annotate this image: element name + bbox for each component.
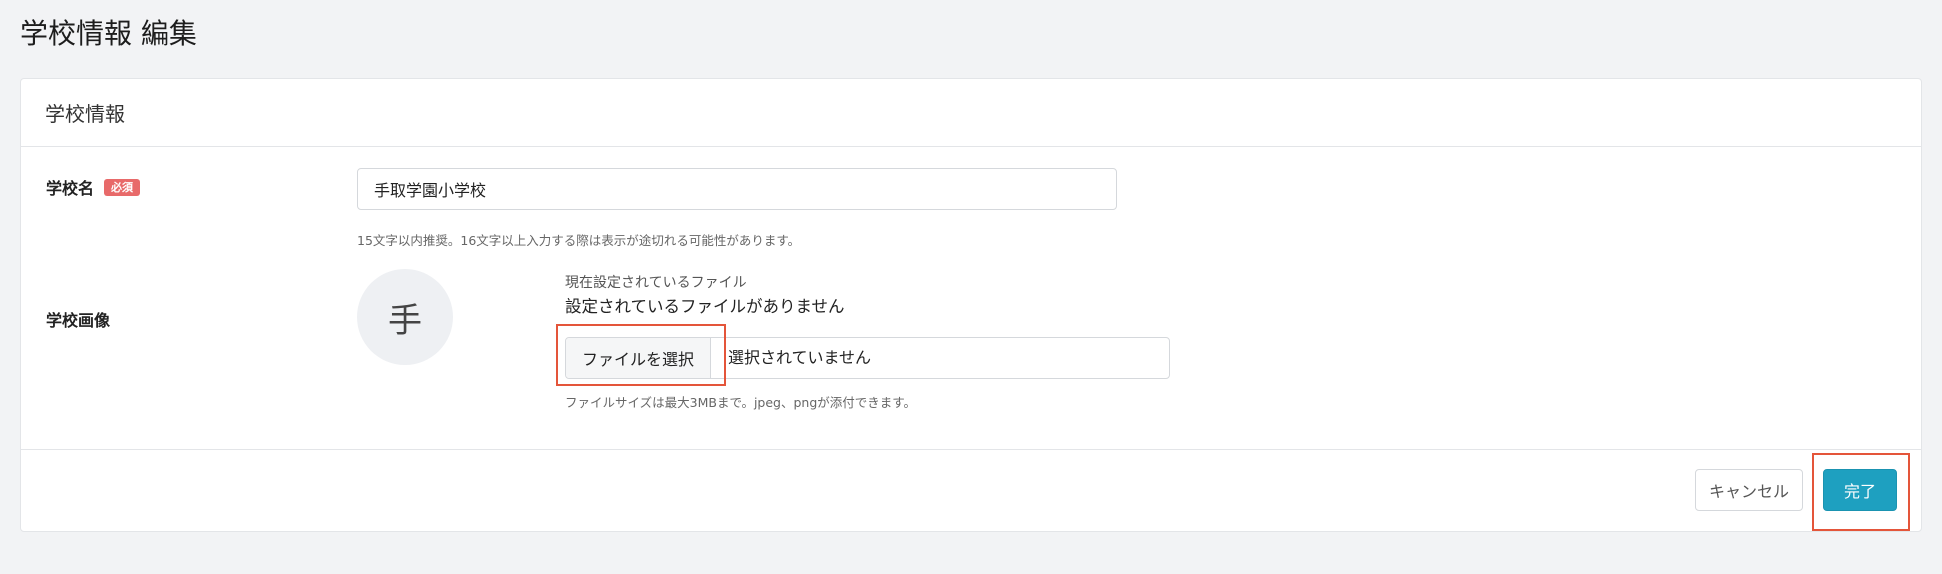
choose-file-button[interactable]: ファイルを選択 bbox=[566, 338, 712, 378]
school-name-label: 学校名 bbox=[46, 179, 95, 198]
card-header: 学校情報 bbox=[21, 79, 1921, 147]
page-title: 学校情報 編集 bbox=[20, 17, 197, 50]
avatar-initial: 手 bbox=[388, 300, 422, 341]
cancel-button[interactable]: キャンセル bbox=[1695, 469, 1803, 511]
school-image-hint: ファイルサイズは最大3MBまで。jpeg、pngが添付できます。 bbox=[565, 395, 917, 410]
required-badge: 必須 bbox=[104, 178, 141, 196]
school-info-card: 学校情報 学校名 必須 15文字以内推奨。16文字以上入力する際は表示が途切れる… bbox=[20, 78, 1922, 532]
current-file-value: 設定されているファイルがありません bbox=[565, 297, 845, 316]
file-input[interactable]: ファイルを選択 選択されていません bbox=[565, 337, 1170, 379]
footer-divider bbox=[21, 449, 1921, 450]
card-header-title: 学校情報 bbox=[45, 102, 125, 126]
school-name-label-row: 学校名 必須 bbox=[46, 175, 141, 199]
school-name-hint: 15文字以内推奨。16文字以上入力する際は表示が途切れる可能性があります。 bbox=[357, 233, 801, 248]
done-button[interactable]: 完了 bbox=[1823, 469, 1897, 511]
file-status: 選択されていません bbox=[728, 348, 872, 367]
current-file-label: 現在設定されているファイル bbox=[565, 275, 747, 291]
school-image-label-row: 学校画像 bbox=[46, 307, 110, 331]
school-avatar: 手 bbox=[357, 269, 453, 365]
school-name-input[interactable] bbox=[357, 168, 1117, 210]
school-image-label: 学校画像 bbox=[46, 311, 111, 330]
